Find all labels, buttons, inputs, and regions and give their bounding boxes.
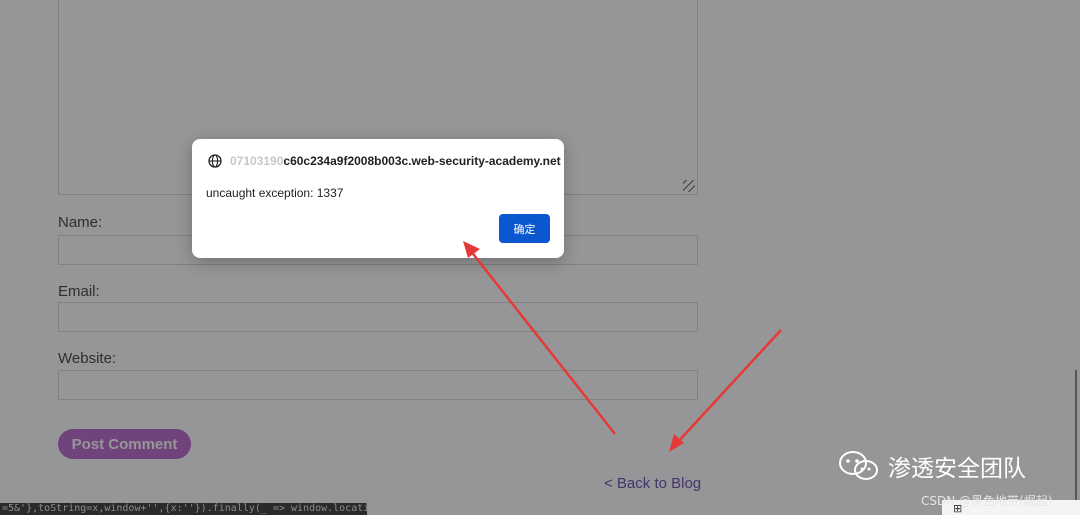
ok-button[interactable]: 确定 <box>499 214 550 243</box>
csdn-watermark: CSDN @黑色地带(崛起) <box>921 494 1053 508</box>
watermark: 渗透安全团队 <box>838 448 1026 484</box>
globe-icon <box>208 154 222 168</box>
dialog-origin-host: c60c234a9f2008b003c.web-security-academy… <box>283 154 561 168</box>
dialog-origin: 07103190c60c234a9f2008b003c.web-security… <box>208 153 561 169</box>
watermark-team: 渗透安全团队 <box>888 456 1026 482</box>
dialog-origin-faded: 07103190 <box>230 154 284 168</box>
wechat-icon <box>839 451 878 480</box>
dialog-message: uncaught exception: 1337 <box>206 186 344 200</box>
scrollbar[interactable] <box>1075 370 1077 500</box>
alert-dialog: 07103190c60c234a9f2008b003c.web-security… <box>192 139 564 258</box>
grid-icon: ⊞ <box>953 502 963 515</box>
